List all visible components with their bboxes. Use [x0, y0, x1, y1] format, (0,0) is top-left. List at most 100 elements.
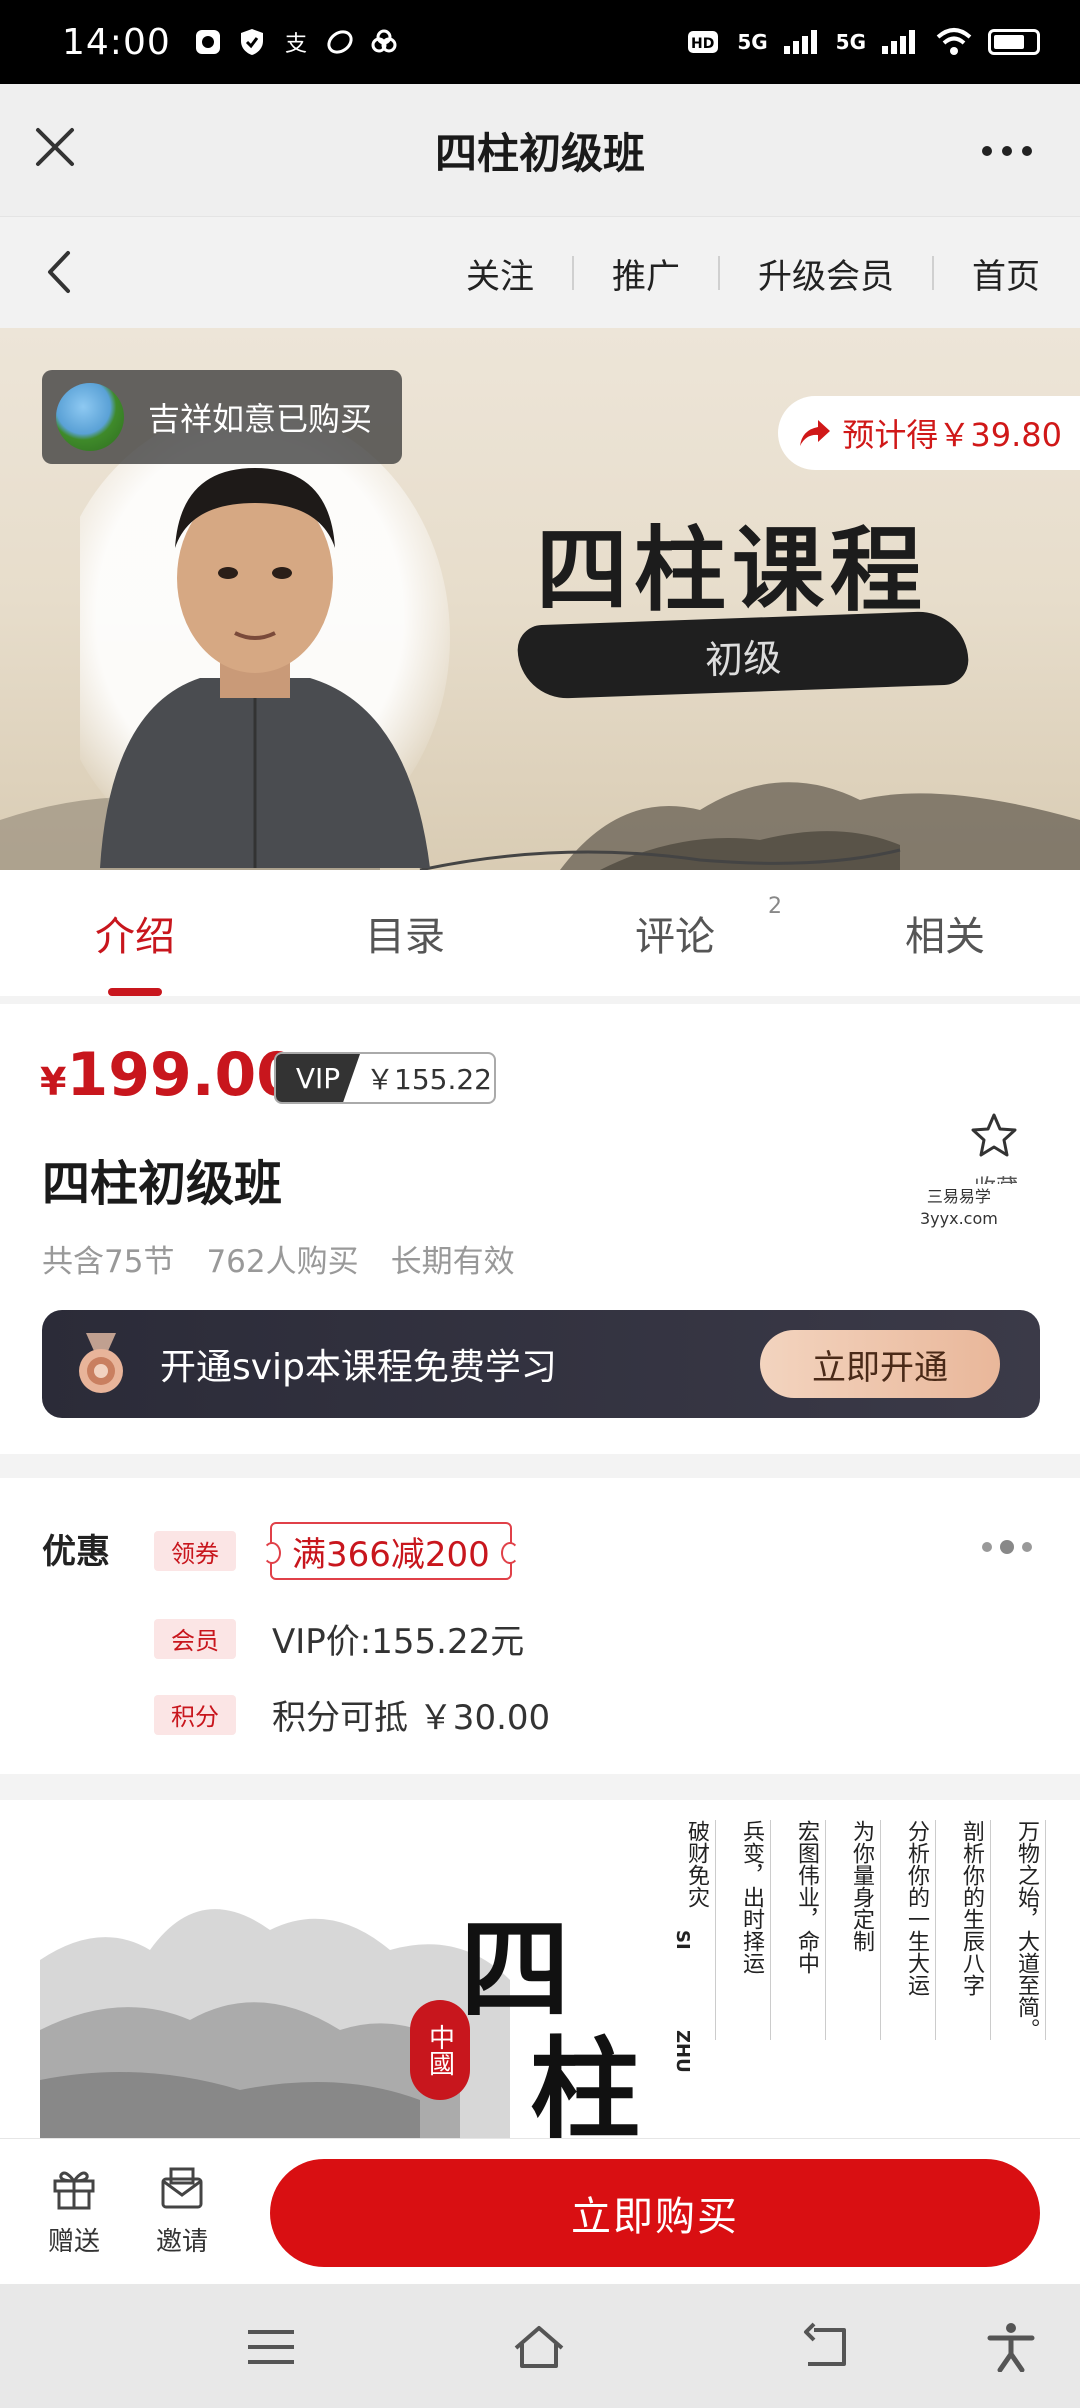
close-icon[interactable]	[32, 124, 78, 170]
tab-intro[interactable]: 介绍	[0, 870, 270, 996]
poster-column: 分析你的一生大运	[903, 1820, 936, 2040]
points-tag: 积分	[154, 1694, 236, 1735]
divider	[718, 256, 720, 290]
shield-icon	[240, 29, 263, 55]
coupon-tag: 领券	[154, 1531, 236, 1571]
gift-label: 赠送	[47, 2227, 100, 2257]
course-poster-image: 中國 四 柱 SI ZHU 万物之始，大道至简。 剖析你的生辰八字 分析你的一生…	[0, 1800, 1080, 2140]
lesson-count: 共含75节	[42, 1244, 175, 1280]
nav-bar: 关注 推广 升级会员 首页	[0, 216, 1080, 328]
coupon-chip[interactable]: 满366减200	[263, 1522, 519, 1580]
watermark-line: 三易易学	[926, 1187, 991, 1206]
points-text: 积分可抵 ￥30.00	[272, 1698, 551, 1738]
review-count-badge: 2	[768, 894, 782, 919]
back-arrow-icon[interactable]	[40, 249, 80, 295]
svg-text:支: 支	[285, 32, 307, 57]
product-info-card: ¥199.00 VIP ￥155.22 四柱初级班 收藏 三易易学 3yyx.c…	[0, 1004, 1080, 1454]
svip-promo-text: 开通svip本课程免费学习	[160, 1347, 557, 1388]
bottom-action-bar: 赠送 邀请 立即购买	[0, 2138, 1080, 2284]
svip-promo-banner[interactable]: 开通svip本课程免费学习 立即开通	[42, 1310, 1040, 1418]
coupon-row[interactable]: 领券 满366减200	[154, 1522, 519, 1580]
price: ¥199.00	[40, 1040, 298, 1110]
more-discounts-icon[interactable]	[982, 1540, 1032, 1554]
course-name: 四柱初级班	[42, 1156, 283, 1212]
avatar	[56, 383, 124, 451]
hd-icon: HD	[688, 31, 719, 53]
nav-promote-link[interactable]: 推广	[612, 249, 680, 298]
nav-upgrade-member-link[interactable]: 升级会员	[758, 249, 894, 298]
watermark: 三易易学 3yyx.com	[920, 1186, 998, 1230]
poster-column: 兵变，出时择运	[738, 1820, 771, 2040]
discount-label: 优惠	[42, 1532, 110, 1572]
poster-column: 宏图伟业，命中	[793, 1820, 826, 2040]
points-row: 积分 积分可抵 ￥30.00	[154, 1690, 550, 1739]
tab-label: 相关	[905, 914, 985, 960]
home-icon[interactable]	[512, 2322, 566, 2372]
banner-course-level: 初级	[516, 610, 970, 700]
buy-now-button[interactable]: 立即购买	[270, 2159, 1040, 2267]
price-amount: 199.00	[66, 1040, 298, 1110]
status-bar: 14:00 支 HD 5G 5G	[0, 0, 1080, 84]
buyer-text: 吉祥如意已购买	[148, 400, 373, 438]
recent-buyer-notice: 吉祥如意已购买	[42, 370, 402, 464]
activate-svip-button[interactable]: 立即开通	[760, 1330, 1000, 1398]
app-rings-icon	[371, 29, 397, 53]
menu-icon[interactable]	[244, 2322, 298, 2372]
share-earn-button[interactable]: 预计得￥39.80	[778, 396, 1080, 470]
accessibility-icon[interactable]	[984, 2322, 1038, 2372]
system-nav-bar	[0, 2284, 1080, 2408]
vip-tag: VIP	[276, 1054, 360, 1102]
share-arrow-icon	[800, 420, 831, 446]
purchase-count: 762人购买	[206, 1244, 359, 1280]
invite-button[interactable]: 邀请	[142, 2165, 222, 2258]
more-menu-icon[interactable]	[982, 146, 1032, 156]
favorite-label: 收藏	[974, 1170, 1018, 1184]
tab-label: 目录	[365, 914, 445, 960]
course-meta: 共含75节 762人购买 长期有效	[42, 1236, 515, 1281]
signal-icon-2	[882, 30, 915, 54]
gift-button[interactable]: 赠送	[34, 2165, 114, 2258]
app-leaf-icon	[327, 30, 353, 54]
banner-course-title: 四柱课程	[536, 516, 929, 624]
svg-text:HD: HD	[691, 36, 714, 52]
tab-related[interactable]: 相关	[810, 870, 1080, 996]
poster-column: 剖析你的生辰八字	[958, 1820, 991, 2040]
discount-card: 优惠 领券 满366减200 会员 VIP价:155.22元 积分 积分可抵 ￥…	[0, 1478, 1080, 1774]
back-icon[interactable]	[800, 2322, 854, 2372]
vip-price-badge: VIP ￥155.22	[274, 1052, 496, 1104]
favorite-star-icon[interactable]	[970, 1112, 1018, 1158]
tab-catalog[interactable]: 目录	[270, 870, 540, 996]
member-tag: 会员	[154, 1618, 236, 1659]
alipay-icon: 支	[285, 32, 307, 57]
validity: 长期有效	[390, 1244, 515, 1280]
tab-reviews[interactable]: 评论 2	[540, 870, 810, 996]
signal-icon	[783, 30, 817, 54]
instructor-photo	[80, 408, 450, 868]
battery-icon	[988, 29, 1040, 55]
app-notification-icon	[195, 30, 220, 54]
poster-char-2: 柱	[530, 2025, 640, 2140]
invite-label: 邀请	[155, 2227, 208, 2257]
poster-vertical-text: 万物之始，大道至简。 剖析你的生辰八字 分析你的一生大运 为你量身定制 宏图伟业…	[683, 1820, 1046, 2040]
poster-column: 万物之始，大道至简。	[1013, 1820, 1046, 2040]
tab-label: 介绍	[95, 914, 175, 960]
divider	[932, 256, 934, 290]
member-price-text: VIP价:155.22元	[272, 1622, 525, 1662]
price-currency: ¥	[40, 1060, 67, 1104]
nav-follow-link[interactable]: 关注	[466, 249, 534, 298]
medal-icon	[79, 1333, 123, 1393]
course-banner: 吉祥如意已购买 预计得￥39.80 四柱课程 初级	[0, 328, 1080, 870]
divider	[572, 256, 574, 290]
status-time: 14:00	[62, 21, 171, 63]
tab-bar: 介绍 目录 评论 2 相关	[0, 870, 1080, 996]
tab-label: 评论	[635, 914, 715, 960]
poster-column: 破财免灾	[683, 1820, 716, 2040]
watermark-line: 3yyx.com	[920, 1209, 998, 1228]
earn-text: 预计得￥39.80	[842, 416, 1062, 454]
invite-envelope-icon	[161, 2167, 203, 2209]
nav-home-link[interactable]: 首页	[972, 249, 1040, 298]
member-row: 会员 VIP价:155.22元	[154, 1614, 524, 1663]
network-type-1: 5G	[737, 30, 768, 54]
wifi-icon	[936, 28, 972, 55]
network-type-2: 5G	[835, 30, 866, 54]
